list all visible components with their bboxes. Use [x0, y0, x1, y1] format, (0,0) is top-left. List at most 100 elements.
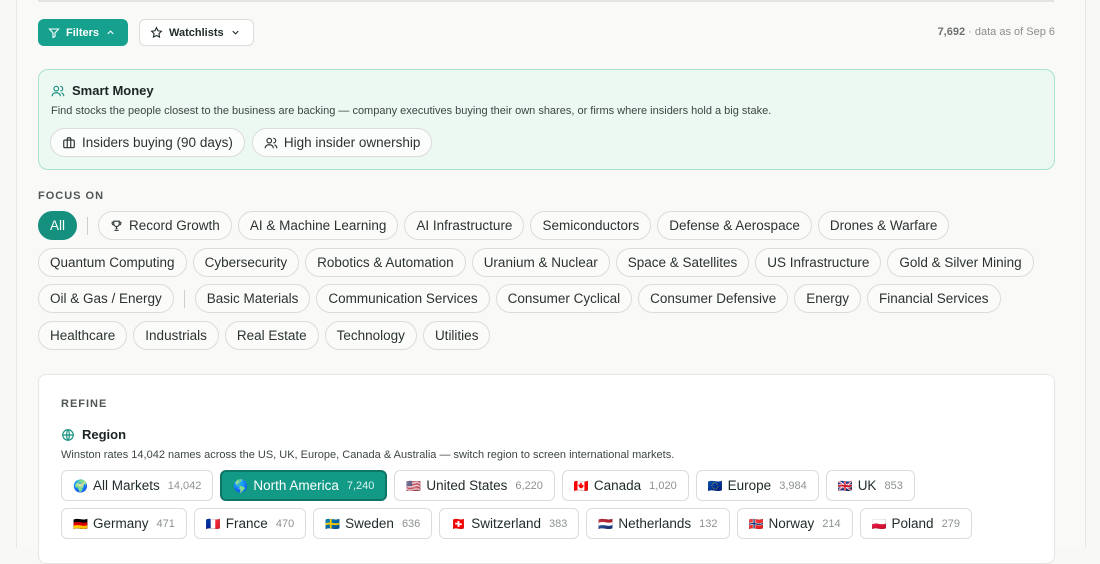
focus-chip-cybersecurity[interactable]: Cybersecurity: [192, 247, 300, 277]
chip-high-insider-ownership[interactable]: High insider ownership: [251, 128, 433, 157]
focus-chip-technology[interactable]: Technology: [324, 320, 417, 350]
region-name: All Markets: [92, 478, 160, 493]
results-count: 7,692: [937, 26, 966, 38]
focus-chip-healthcare[interactable]: Healthcare: [38, 320, 128, 350]
region-chip-netherlands[interactable]: 🇳🇱 Netherlands 132: [586, 508, 730, 539]
region-name: Canada: [593, 478, 642, 493]
region-chip-europe[interactable]: 🇪🇺 Europe 3,984: [695, 470, 819, 501]
focus-chip-communication-services[interactable]: Communication Services: [316, 284, 490, 313]
region-count: 3,984: [779, 479, 807, 492]
region-chip-germany[interactable]: 🇩🇪 Germany 471: [61, 508, 187, 539]
filters-label: Filters: [66, 26, 100, 39]
region-chip-all-markets[interactable]: 🌍 All Markets 14,042: [61, 470, 214, 501]
poland-flag-icon: 🇵🇱: [871, 516, 887, 531]
region-name: United States: [426, 478, 508, 493]
divider: [183, 289, 185, 308]
focus-chip-utilities[interactable]: Utilities: [422, 320, 491, 350]
region-name: Germany: [92, 516, 149, 531]
region-count: 383: [549, 517, 568, 530]
region-chip-norway[interactable]: 🇳🇴 Norway 214: [736, 508, 853, 539]
region-name: Netherlands: [618, 516, 692, 531]
region-count: 636: [401, 517, 421, 530]
region-chip-sweden[interactable]: 🇸🇪 Sweden 636: [313, 508, 433, 539]
focus-chip-quantum-computing[interactable]: Quantum Computing: [38, 247, 187, 277]
region-count: 214: [822, 517, 841, 530]
watchlists-label: Watchlists: [169, 26, 224, 39]
region-title: Region: [82, 427, 127, 442]
norway-flag-icon: 🇳🇴: [748, 516, 764, 531]
focus-chip-uranium-nuclear[interactable]: Uranium & Nuclear: [471, 247, 610, 277]
trophy-icon: [110, 219, 123, 232]
sweden-flag-icon: 🇸🇪: [325, 516, 341, 531]
eu-flag-icon: 🇪🇺: [707, 478, 723, 493]
germany-flag-icon: 🇩🇪: [73, 516, 88, 531]
focus-chip-consumer-cyclical[interactable]: Consumer Cyclical: [495, 284, 633, 313]
focus-chip-oil-gas-energy[interactable]: Oil & Gas / Energy: [38, 284, 174, 313]
focus-chips: All Record Growth AI & Machine Learning …: [38, 211, 1058, 357]
results-meta: 7,692 · data as of Sep 6: [938, 26, 1055, 38]
focus-chip-all[interactable]: All: [38, 211, 78, 240]
region-chips: 🌍 All Markets 14,042 🌎 North America 7,2…: [61, 470, 1051, 546]
netherlands-flag-icon: 🇳🇱: [598, 516, 614, 531]
region-name: Norway: [768, 516, 815, 531]
region-count: 132: [699, 517, 718, 530]
canada-flag-icon: 🇨🇦: [573, 478, 589, 493]
region-chip-canada[interactable]: 🇨🇦 Canada 1,020: [561, 470, 689, 501]
region-name: Poland: [891, 516, 934, 531]
focus-chip-space-satellites[interactable]: Space & Satellites: [615, 247, 750, 277]
region-count: 7,240: [346, 479, 375, 492]
smart-money-heading: Smart Money: [51, 83, 154, 98]
region-chip-france[interactable]: 🇫🇷 France 470: [193, 508, 307, 539]
france-flag-icon: 🇫🇷: [205, 516, 221, 531]
smart-money-card: Smart Money Find stocks the people close…: [38, 69, 1055, 170]
focus-chip-industrials[interactable]: Industrials: [133, 320, 219, 350]
region-count: 1,020: [649, 479, 677, 492]
globe-icon: [61, 428, 75, 442]
refine-label: REFINE: [61, 398, 108, 410]
focus-chip-drones-warfare[interactable]: Drones & Warfare: [817, 211, 950, 240]
filters-button[interactable]: Filters: [38, 19, 129, 46]
region-description: Winston rates 14,042 names across the US…: [61, 449, 675, 461]
switzerland-flag-icon: 🇨🇭: [451, 516, 467, 531]
region-heading: Region: [61, 427, 126, 442]
focus-chip-record-growth[interactable]: Record Growth: [98, 211, 232, 240]
smart-money-title: Smart Money: [72, 83, 154, 98]
region-chip-switzerland[interactable]: 🇨🇭 Switzerland 383: [439, 508, 580, 539]
chevron-up-icon: [105, 27, 116, 38]
region-chip-north-america[interactable]: 🌎 North America 7,240: [220, 470, 388, 501]
focus-chip-gold-silver-mining[interactable]: Gold & Silver Mining: [887, 247, 1034, 277]
chip-insiders-buying[interactable]: Insiders buying (90 days): [50, 128, 245, 157]
chevron-down-icon: [230, 27, 241, 38]
region-count: 6,220: [515, 479, 543, 492]
region-chip-poland[interactable]: 🇵🇱 Poland 279: [859, 508, 972, 539]
region-name: Sweden: [345, 516, 394, 531]
globe-americas-icon: 🌎: [233, 478, 249, 493]
region-count: 14,042: [167, 479, 202, 492]
chip-label: Insiders buying (90 days): [82, 135, 233, 150]
region-name: Europe: [727, 478, 772, 493]
focus-chip-ai-ml[interactable]: AI & Machine Learning: [237, 211, 399, 240]
filter-icon: [48, 27, 60, 39]
top-divider: [38, 0, 1054, 2]
focus-chip-consumer-defensive[interactable]: Consumer Defensive: [638, 284, 789, 313]
refine-panel: REFINE Region Winston rates 14,042 names…: [38, 374, 1055, 564]
focus-chip-ai-infrastructure[interactable]: AI Infrastructure: [404, 211, 525, 240]
watchlists-button[interactable]: Watchlists: [139, 19, 254, 46]
focus-chip-real-estate[interactable]: Real Estate: [224, 320, 319, 350]
region-chip-uk[interactable]: 🇬🇧 UK 853: [825, 470, 915, 501]
focus-chip-defense-aerospace[interactable]: Defense & Aerospace: [657, 211, 812, 240]
focus-on-label: FOCUS ON: [38, 190, 105, 202]
region-chip-united-states[interactable]: 🇺🇸 United States 6,220: [394, 470, 555, 501]
focus-chip-financial-services[interactable]: Financial Services: [867, 284, 1001, 313]
region-name: UK: [857, 478, 877, 493]
focus-chip-basic-materials[interactable]: Basic Materials: [194, 284, 311, 313]
region-count: 853: [884, 479, 903, 492]
users-icon: [264, 136, 278, 150]
region-name: Switzerland: [471, 516, 542, 531]
smart-money-description: Find stocks the people closest to the bu…: [51, 105, 772, 117]
region-count: 470: [275, 517, 295, 530]
focus-chip-energy[interactable]: Energy: [794, 284, 862, 313]
focus-chip-semiconductors[interactable]: Semiconductors: [530, 211, 652, 240]
focus-chip-us-infrastructure[interactable]: US Infrastructure: [755, 247, 882, 277]
focus-chip-robotics-automation[interactable]: Robotics & Automation: [305, 247, 466, 277]
